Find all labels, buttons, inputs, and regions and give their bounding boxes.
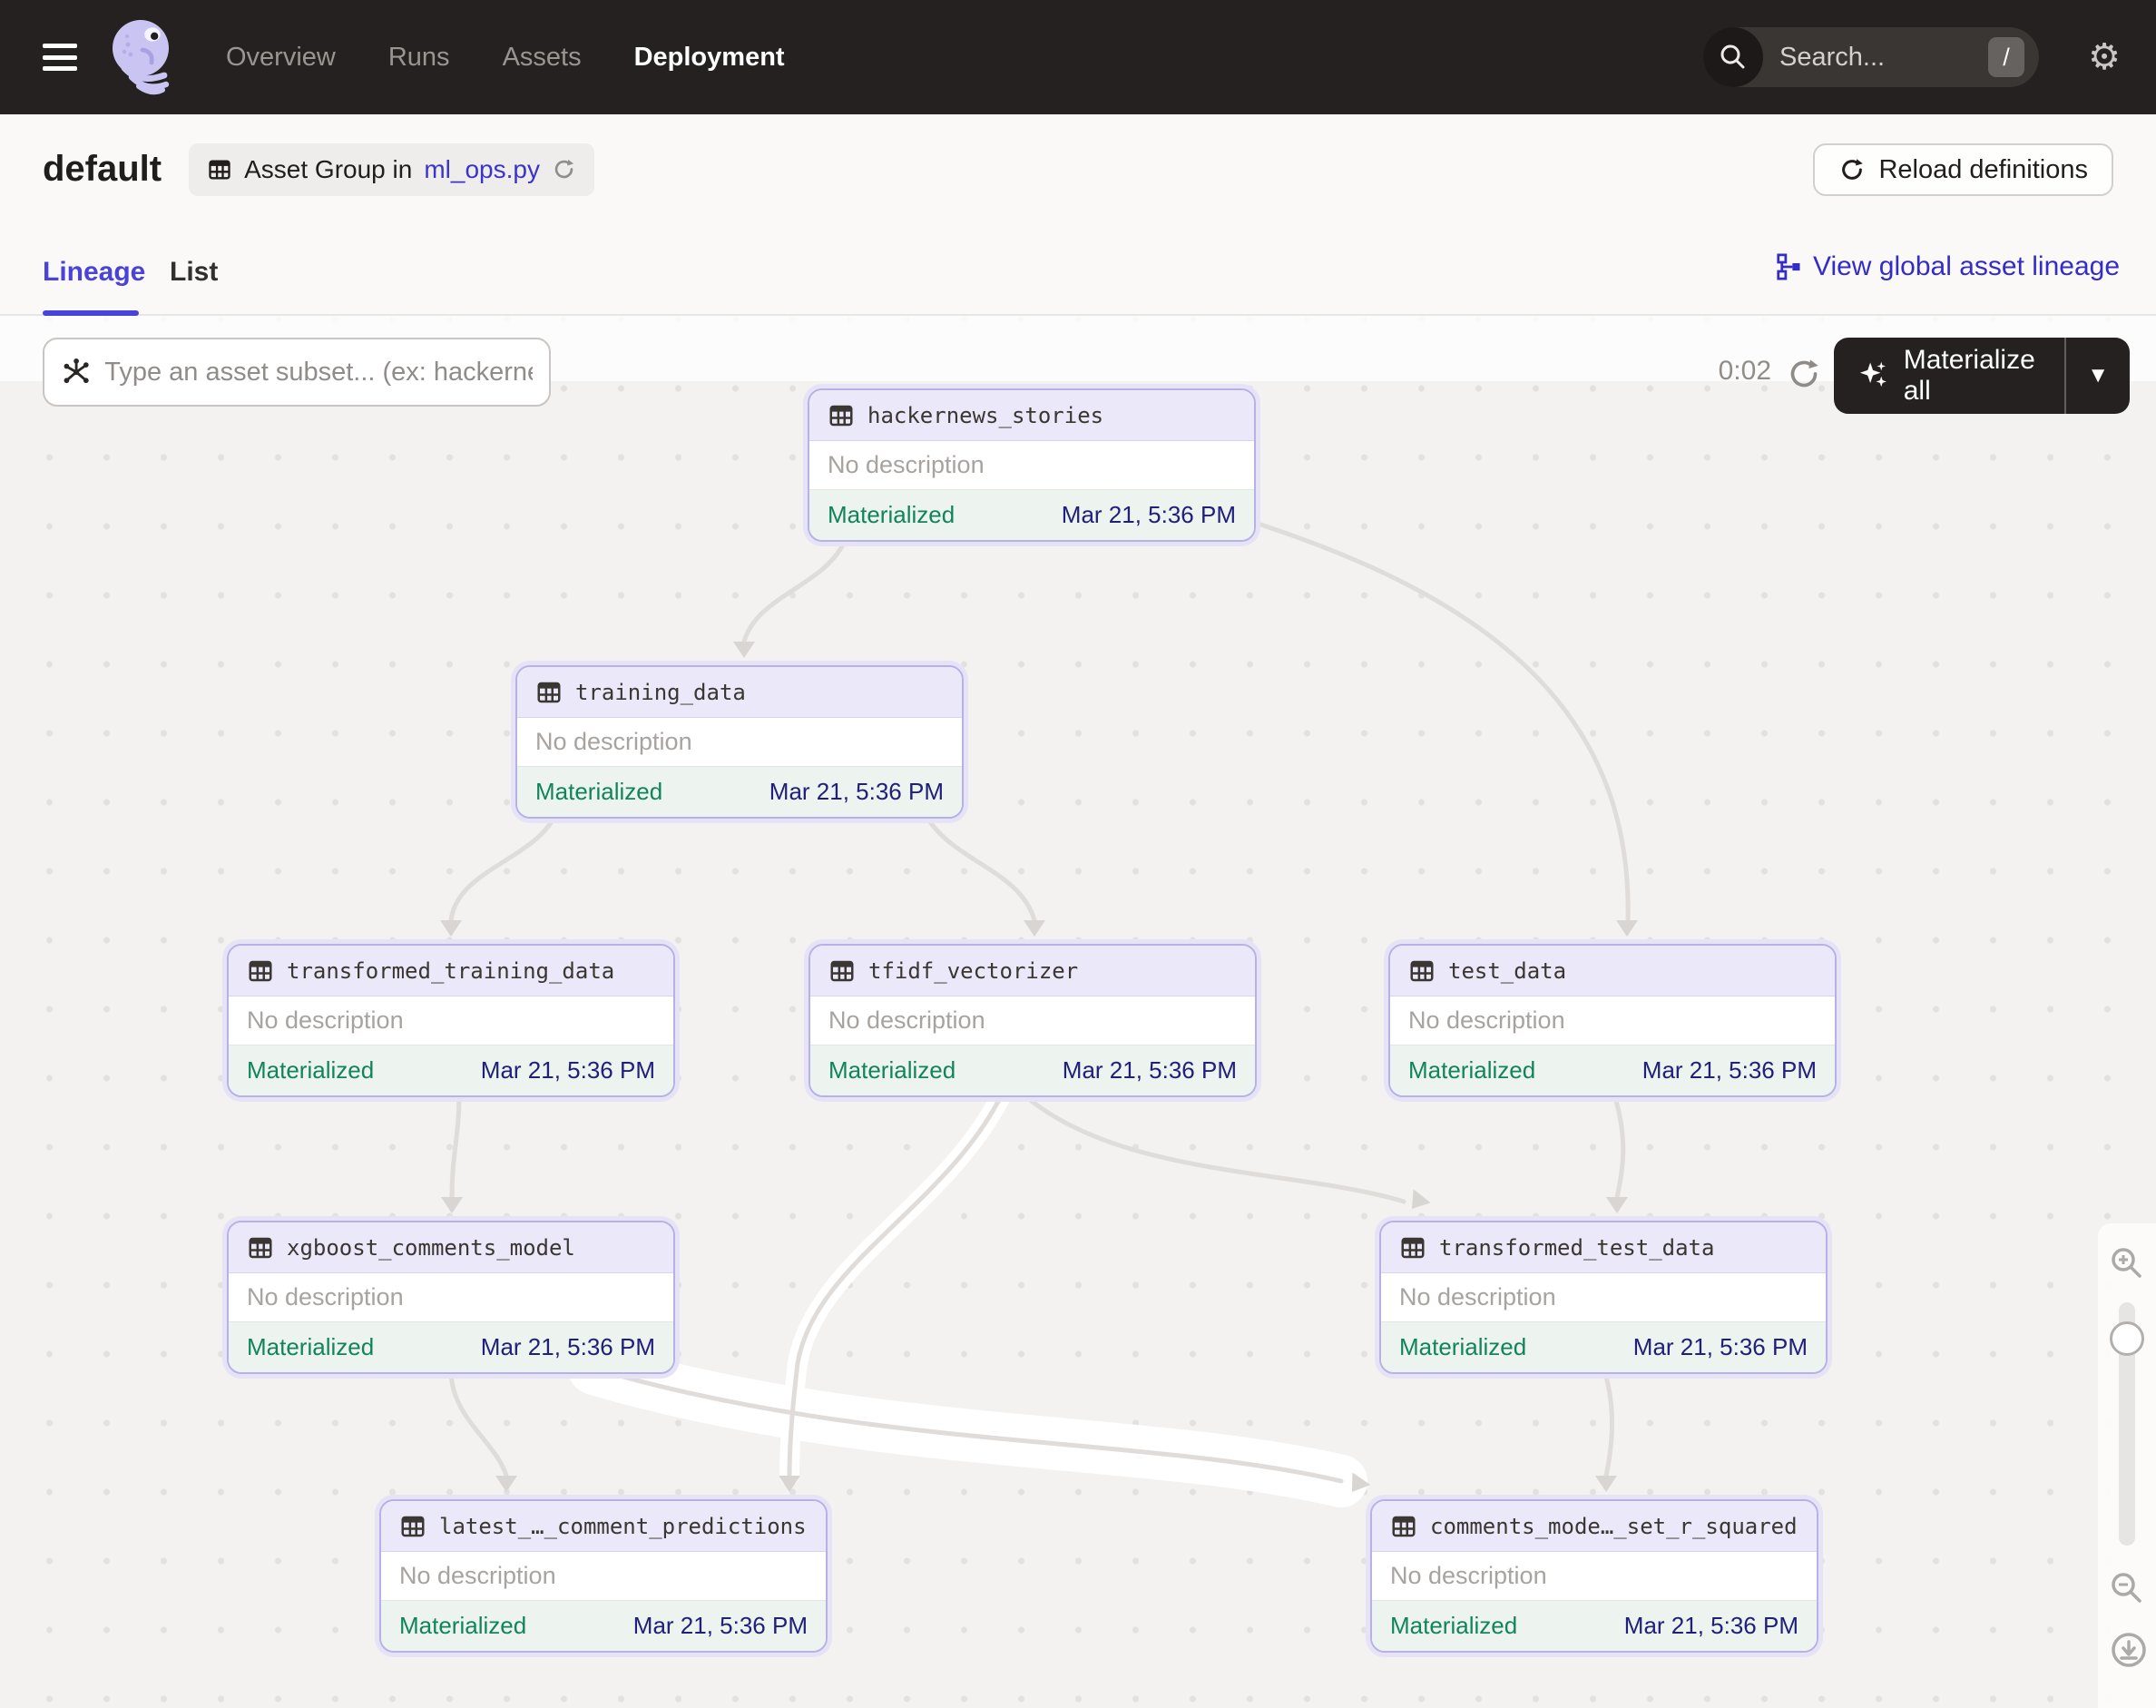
download-image-icon[interactable] bbox=[2109, 1630, 2145, 1666]
asset-description: No description bbox=[535, 728, 692, 756]
asset-description: No description bbox=[247, 1006, 404, 1035]
nav-tabs: Overview Runs Assets Deployment bbox=[226, 43, 785, 73]
table-icon bbox=[207, 157, 232, 182]
op-selector-icon bbox=[61, 356, 92, 388]
view-tabs-row: Lineage List View global asset lineage bbox=[0, 224, 2156, 316]
asset-status: Materialized bbox=[247, 1056, 374, 1085]
refresh-timer: 0:02 bbox=[1690, 356, 1771, 387]
zoom-in-icon[interactable] bbox=[2109, 1245, 2145, 1281]
asset-description: No description bbox=[1399, 1283, 1556, 1311]
materialize-all-button[interactable]: Materialize all ▼ bbox=[1834, 338, 2130, 414]
page-header: default Asset Group in ml_ops.py Reload … bbox=[0, 114, 2156, 224]
dagster-logo-icon[interactable] bbox=[106, 14, 184, 101]
materialize-all-main[interactable]: Materialize all bbox=[1834, 345, 2064, 407]
asset-status: Materialized bbox=[535, 778, 662, 806]
table-icon bbox=[1408, 957, 1436, 985]
lineage-graph-icon bbox=[1775, 253, 1802, 280]
tab-list[interactable]: List bbox=[170, 257, 218, 288]
zoom-out-icon[interactable] bbox=[2109, 1570, 2145, 1606]
table-icon bbox=[535, 679, 563, 706]
asset-name: transformed_test_data bbox=[1439, 1235, 1714, 1261]
view-global-asset-lineage-label: View global asset lineage bbox=[1813, 251, 2120, 282]
asset-node-comments-model-test-set-r-squared[interactable]: comments_mode…_set_r_squared No descript… bbox=[1370, 1499, 1818, 1653]
asset-name: test_data bbox=[1448, 958, 1566, 984]
asset-description: No description bbox=[828, 1006, 985, 1035]
badge-refresh-icon[interactable] bbox=[552, 157, 576, 182]
asset-group-badge-text: Asset Group in bbox=[244, 155, 412, 184]
asset-description: No description bbox=[828, 451, 985, 479]
table-icon bbox=[247, 1234, 274, 1261]
table-icon bbox=[828, 402, 855, 429]
asset-description: No description bbox=[399, 1562, 556, 1590]
asset-timestamp[interactable]: Mar 21, 5:36 PM bbox=[1633, 1333, 1808, 1361]
hamburger-menu-icon[interactable] bbox=[43, 44, 77, 71]
asset-node-latest-comment-predictions[interactable]: latest_…_comment_predictions No descript… bbox=[379, 1499, 828, 1653]
asset-status: Materialized bbox=[1390, 1612, 1517, 1640]
top-navbar: Overview Runs Assets Deployment Search..… bbox=[0, 0, 2156, 114]
asset-timestamp[interactable]: Mar 21, 5:36 PM bbox=[633, 1612, 808, 1640]
asset-status: Materialized bbox=[1399, 1333, 1526, 1361]
asset-description: No description bbox=[1408, 1006, 1565, 1035]
reload-definitions-label: Reload definitions bbox=[1878, 155, 2088, 185]
asset-status: Materialized bbox=[828, 1056, 956, 1085]
table-icon bbox=[828, 957, 856, 985]
asset-node-xgboost-comments-model[interactable]: xgboost_comments_model No description Ma… bbox=[227, 1221, 675, 1374]
asset-description: No description bbox=[247, 1283, 404, 1311]
asset-name: hackernews_stories bbox=[867, 403, 1103, 428]
asset-subset-input[interactable]: Type an asset subset... (ex: hackernev bbox=[43, 338, 551, 407]
asset-timestamp[interactable]: Mar 21, 5:36 PM bbox=[1624, 1612, 1798, 1640]
nav-tab-deployment[interactable]: Deployment bbox=[634, 43, 785, 73]
refresh-icon bbox=[1838, 156, 1866, 183]
search-placeholder: Search... bbox=[1779, 43, 1988, 73]
materialize-all-label: Materialize all bbox=[1904, 345, 2065, 407]
asset-name: latest_…_comment_predictions bbox=[439, 1514, 807, 1539]
nav-tab-assets[interactable]: Assets bbox=[503, 43, 582, 73]
sparkle-icon bbox=[1856, 358, 1891, 394]
table-icon bbox=[399, 1513, 426, 1540]
asset-timestamp[interactable]: Mar 21, 5:36 PM bbox=[481, 1056, 655, 1085]
asset-name: training_data bbox=[575, 680, 746, 705]
view-global-asset-lineage-link[interactable]: View global asset lineage bbox=[1775, 251, 2120, 282]
asset-subset-placeholder: Type an asset subset... (ex: hackernev bbox=[104, 358, 533, 388]
materialize-dropdown-caret[interactable]: ▼ bbox=[2066, 363, 2130, 388]
asset-timestamp[interactable]: Mar 21, 5:36 PM bbox=[1062, 501, 1236, 529]
asset-timestamp[interactable]: Mar 21, 5:36 PM bbox=[1063, 1056, 1237, 1085]
asset-node-transformed-test-data[interactable]: transformed_test_data No description Mat… bbox=[1379, 1221, 1828, 1374]
reload-definitions-button[interactable]: Reload definitions bbox=[1813, 143, 2113, 196]
table-icon bbox=[1390, 1513, 1417, 1540]
graph-refresh-icon[interactable] bbox=[1786, 356, 1822, 392]
asset-status: Materialized bbox=[247, 1333, 374, 1361]
table-icon bbox=[1399, 1234, 1426, 1261]
gear-icon[interactable]: ⚙ bbox=[2083, 36, 2125, 78]
asset-status: Materialized bbox=[399, 1612, 526, 1640]
asset-name: comments_mode…_set_r_squared bbox=[1430, 1514, 1798, 1539]
asset-timestamp[interactable]: Mar 21, 5:36 PM bbox=[481, 1333, 655, 1361]
page-title: default bbox=[43, 149, 162, 190]
zoom-slider-knob[interactable] bbox=[2110, 1321, 2144, 1356]
asset-group-file-link[interactable]: ml_ops.py bbox=[424, 155, 540, 184]
dagster-asset-lineage-page: Overview Runs Assets Deployment Search..… bbox=[0, 0, 2156, 1708]
asset-node-training-data[interactable]: training_data No description Materialize… bbox=[515, 665, 964, 819]
asset-timestamp[interactable]: Mar 21, 5:36 PM bbox=[1642, 1056, 1817, 1085]
search-shortcut-badge: / bbox=[1988, 37, 2024, 77]
asset-status: Materialized bbox=[1408, 1056, 1535, 1085]
search-icon bbox=[1703, 27, 1763, 87]
search-input[interactable]: Search... / bbox=[1703, 27, 2039, 87]
asset-status: Materialized bbox=[828, 501, 955, 529]
asset-timestamp[interactable]: Mar 21, 5:36 PM bbox=[769, 778, 944, 806]
asset-node-transformed-training-data[interactable]: transformed_training_data No description… bbox=[227, 944, 675, 1097]
asset-name: tfidf_vectorizer bbox=[868, 958, 1078, 984]
asset-group-badge: Asset Group in ml_ops.py bbox=[189, 143, 594, 196]
nav-tab-overview[interactable]: Overview bbox=[226, 43, 336, 73]
table-icon bbox=[247, 957, 274, 985]
graph-zoom-panel bbox=[2098, 1223, 2156, 1708]
asset-name: transformed_training_data bbox=[287, 958, 614, 984]
asset-node-test-data[interactable]: test_data No description Materialized Ma… bbox=[1388, 944, 1837, 1097]
asset-node-hackernews-stories[interactable]: hackernews_stories No description Materi… bbox=[808, 388, 1256, 542]
asset-description: No description bbox=[1390, 1562, 1547, 1590]
nav-tab-runs[interactable]: Runs bbox=[388, 43, 450, 73]
asset-name: xgboost_comments_model bbox=[287, 1235, 575, 1261]
tab-lineage[interactable]: Lineage bbox=[43, 257, 145, 288]
asset-node-tfidf-vectorizer[interactable]: tfidf_vectorizer No description Material… bbox=[808, 944, 1257, 1097]
